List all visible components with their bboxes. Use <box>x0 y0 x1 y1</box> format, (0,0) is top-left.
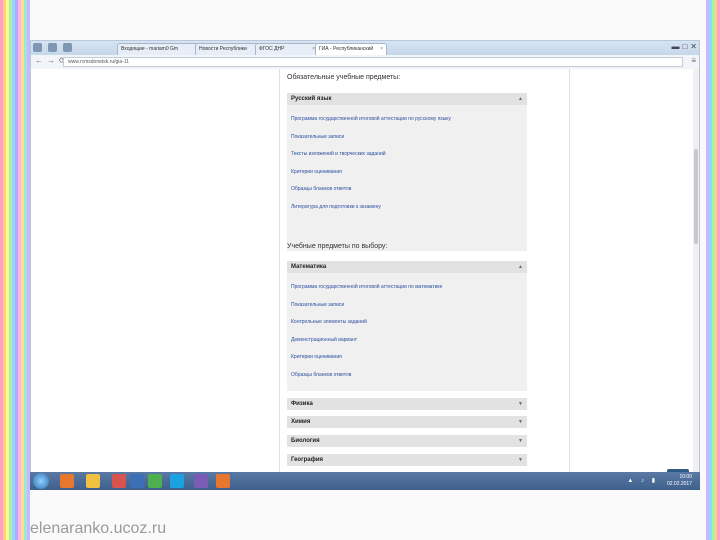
taskbar-app-icon[interactable] <box>86 474 100 488</box>
scrollbar[interactable] <box>693 69 699 475</box>
doc-link[interactable]: Тексты изложений и творческих заданий <box>287 146 527 164</box>
tab-bar: Входящие - mariam0 Gm× Новости Республик… <box>31 41 699 55</box>
close-icon[interactable]: ✕ <box>690 42 697 51</box>
url-field[interactable]: www.rcmsdonetsk.ru/gia-11 <box>63 57 683 67</box>
browser-menu-icon[interactable]: ≡ <box>691 56 696 65</box>
tab-bar-icons <box>33 43 72 52</box>
doc-link[interactable]: Литература для подготовки к экзамену <box>287 199 527 217</box>
page-content: Обязательные учебные предметы: Русский я… <box>31 69 699 475</box>
section-title-elective: Учебные предметы по выбору: <box>287 243 388 250</box>
subject-panel-math: Математика ▲ Программа государственной ит… <box>287 261 527 391</box>
app-icon[interactable] <box>33 43 42 52</box>
chevron-down-icon: ▼ <box>518 401 523 407</box>
section-title-required: Обязательные учебные предметы: <box>287 74 401 81</box>
rainbow-border-right <box>706 0 720 540</box>
window-controls: ▬ □ ✕ <box>671 42 697 51</box>
scrollbar-thumb[interactable] <box>694 149 698 244</box>
subject-header-geography[interactable]: География ▼ <box>287 454 527 466</box>
doc-link[interactable]: Программа государственной итоговой аттес… <box>287 111 527 129</box>
doc-link[interactable]: Образцы бланков ответов <box>287 367 527 385</box>
taskbar-app-icon[interactable] <box>170 474 184 488</box>
browser-tab[interactable]: ФГОС ДНР × <box>255 43 319 55</box>
doc-link[interactable]: Образцы бланков ответов <box>287 181 527 199</box>
tray-icons[interactable]: ▲ ♪ ▮ <box>627 477 658 484</box>
app-icon[interactable] <box>63 43 72 52</box>
site-watermark: elenaranko.ucoz.ru <box>30 520 167 537</box>
subject-header-russian[interactable]: Русский язык ▲ <box>287 93 527 105</box>
doc-link[interactable]: Критерии оценивания <box>287 349 527 367</box>
minimize-icon[interactable]: ▬ <box>671 42 679 51</box>
rainbow-border-left <box>0 0 30 540</box>
taskbar-app-icon[interactable] <box>194 474 208 488</box>
doc-link[interactable]: Контрольные элементы заданий <box>287 314 527 332</box>
chevron-down-icon: ▼ <box>518 457 523 463</box>
subject-header-biology[interactable]: Биология ▼ <box>287 435 527 447</box>
taskbar: ▲ ♪ ▮ 10:00 02.02.2017 <box>30 472 700 490</box>
close-tab-icon[interactable]: × <box>380 44 383 55</box>
address-bar: ←→⟳ www.rcmsdonetsk.ru/gia-11 ≡ <box>31 55 699 70</box>
taskbar-app-icon[interactable] <box>60 474 74 488</box>
tray-clock[interactable]: 10:00 02.02.2017 <box>667 474 692 488</box>
subject-header-physics[interactable]: Физика ▼ <box>287 398 527 410</box>
chevron-up-icon: ▲ <box>518 264 523 270</box>
doc-link[interactable]: Программа государственной итоговой аттес… <box>287 279 527 297</box>
app-icon[interactable] <box>48 43 57 52</box>
chevron-up-icon: ▲ <box>518 96 523 102</box>
browser-tab-active[interactable]: ГИА - Республиканский × <box>315 43 387 55</box>
taskbar-app-icon[interactable] <box>112 474 126 488</box>
subject-panel-russian: Русский язык ▲ Программа государственной … <box>287 93 527 251</box>
subject-header-chemistry[interactable]: Химия ▼ <box>287 416 527 428</box>
doc-link[interactable]: Критерии оценивания <box>287 164 527 182</box>
doc-link[interactable]: Показательные записи <box>287 297 527 315</box>
browser-window: Входящие - mariam0 Gm× Новости Республик… <box>30 40 700 490</box>
column-divider <box>569 69 570 475</box>
taskbar-app-icon[interactable] <box>216 474 230 488</box>
doc-link[interactable]: Показательные записи <box>287 129 527 147</box>
taskbar-app-icon[interactable] <box>148 474 162 488</box>
doc-link[interactable]: Демонстрационный вариант <box>287 332 527 350</box>
maximize-icon[interactable]: □ <box>682 42 687 51</box>
taskbar-app-icon[interactable] <box>130 474 144 488</box>
chevron-down-icon: ▼ <box>518 438 523 444</box>
subject-header-math[interactable]: Математика ▲ <box>287 261 527 273</box>
start-button[interactable] <box>33 473 49 489</box>
chevron-down-icon: ▼ <box>518 419 523 425</box>
column-divider <box>279 69 280 475</box>
